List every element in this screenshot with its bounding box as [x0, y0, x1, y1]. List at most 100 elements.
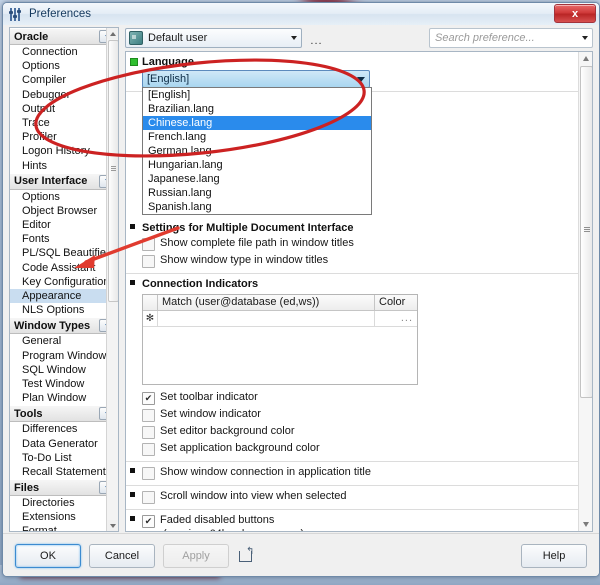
checkbox-show-complete-file-path[interactable]: Show complete file path in window titles — [142, 237, 578, 251]
tree-item-to-do-list[interactable]: To-Do List — [10, 451, 118, 465]
tree-scroll-up-icon[interactable] — [107, 28, 118, 39]
preferences-toolbar: Default user ... Search preference... — [125, 27, 593, 49]
language-option-brazilian-lang[interactable]: Brazilian.lang — [143, 102, 371, 116]
section-title-connection-indicators: Connection Indicators — [142, 278, 578, 290]
checkbox-box[interactable] — [142, 426, 155, 439]
checkbox-set-application-background-color[interactable]: Set application background color — [142, 442, 578, 456]
tree-item-hints[interactable]: Hints — [10, 159, 118, 173]
tree-item-general[interactable]: General — [10, 334, 118, 348]
tree-item-nls-options[interactable]: NLS Options — [10, 303, 118, 317]
tree-item-fonts[interactable]: Fonts — [10, 232, 118, 246]
checkbox-box[interactable] — [142, 409, 155, 422]
connection-indicators-table[interactable]: Match (user@database (ed,ws)) Color ✻ ..… — [142, 294, 418, 385]
search-placeholder: Search preference... — [435, 32, 535, 44]
tree-group-oracle[interactable]: Oracle — [10, 28, 118, 45]
tree-item-code-assistant[interactable]: Code Assistant — [10, 261, 118, 275]
checkbox-set-editor-background-color[interactable]: Set editor background color — [142, 425, 578, 439]
ok-button[interactable]: OK — [15, 544, 81, 568]
checkbox-label: Set editor background color — [160, 425, 295, 437]
tree-item-format[interactable]: Format — [10, 524, 118, 532]
section-title-language: Language — [142, 56, 578, 68]
tree-group-tools[interactable]: Tools — [10, 405, 118, 422]
tree-item-key-configuration[interactable]: Key Configuration — [10, 275, 118, 289]
checkbox-box[interactable] — [142, 491, 155, 504]
language-option-hungarian-lang[interactable]: Hungarian.lang — [143, 158, 371, 172]
tree-item-options[interactable]: Options — [10, 190, 118, 204]
language-option-french-lang[interactable]: French.lang — [143, 130, 371, 144]
more-options-button[interactable]: ... — [309, 30, 324, 46]
tree-item-output[interactable]: Output — [10, 102, 118, 116]
tree-scrollbar[interactable] — [106, 28, 118, 531]
checkbox-label: Faded disabled buttons — [160, 514, 274, 526]
language-option-japanese-lang[interactable]: Japanese.lang — [143, 172, 371, 186]
language-select-value: [English] — [147, 73, 189, 85]
table-header: Match (user@database (ed,ws)) Color — [143, 295, 417, 311]
restore-defaults-icon[interactable]: ↰ — [239, 548, 254, 562]
tree-group-files[interactable]: Files — [10, 479, 118, 496]
checkbox-box[interactable]: ✔ — [142, 392, 155, 405]
tree-item-program-window[interactable]: Program Window — [10, 349, 118, 363]
checkbox-label: Show window type in window titles — [160, 254, 328, 266]
checkbox-box[interactable] — [142, 238, 155, 251]
tree-item-directories[interactable]: Directories — [10, 496, 118, 510]
close-icon[interactable]: x — [554, 4, 596, 23]
checkbox-scroll-window-into-view[interactable]: Scroll window into view when selected — [142, 490, 578, 504]
row-color-cell[interactable]: ... — [375, 311, 417, 326]
checkbox-box[interactable] — [142, 255, 155, 268]
tree-item-pl-sql-beautifier[interactable]: PL/SQL Beautifier — [10, 246, 118, 260]
language-select[interactable]: [English] — [142, 70, 370, 88]
language-option-spanish-lang[interactable]: Spanish.lang — [143, 200, 371, 214]
checkbox-box[interactable] — [142, 467, 155, 480]
tree-item-profiler[interactable]: Profiler — [10, 130, 118, 144]
tree-item-trace[interactable]: Trace — [10, 116, 118, 130]
checkbox-sublabel: (requires 64k colors or more) — [163, 528, 578, 532]
tree-item-differences[interactable]: Differences — [10, 422, 118, 436]
tree-item-sql-window[interactable]: SQL Window — [10, 363, 118, 377]
tree-item-test-window[interactable]: Test Window — [10, 377, 118, 391]
settings-content: Language [English] [English]Brazilian.la… — [126, 52, 578, 531]
panel-scrollbar[interactable] — [578, 52, 592, 531]
tree-item-object-browser[interactable]: Object Browser — [10, 204, 118, 218]
tree-item-debugger[interactable]: Debugger — [10, 88, 118, 102]
tree-item-data-generator[interactable]: Data Generator — [10, 437, 118, 451]
panel-scroll-thumb[interactable] — [580, 66, 593, 398]
tree-group-label: Oracle — [14, 31, 48, 43]
apply-button[interactable]: Apply — [163, 544, 229, 568]
tree-item-plan-window[interactable]: Plan Window — [10, 391, 118, 405]
preferences-tree[interactable]: OracleConnectionOptionsCompilerDebuggerO… — [9, 27, 119, 532]
tree-group-window-types[interactable]: Window Types — [10, 317, 118, 334]
cancel-button[interactable]: Cancel — [89, 544, 155, 568]
language-option-german-lang[interactable]: German.lang — [143, 144, 371, 158]
checkbox-box[interactable]: ✔ — [142, 515, 155, 528]
tree-item-logon-history[interactable]: Logon History — [10, 144, 118, 158]
table-header-color: Color — [375, 295, 417, 310]
tree-item-appearance[interactable]: Appearance — [10, 289, 118, 303]
language-option-chinese-lang[interactable]: Chinese.lang — [143, 116, 371, 130]
search-preference-input[interactable]: Search preference... — [429, 28, 593, 48]
checkbox-show-window-connection[interactable]: Show window connection in application ti… — [142, 466, 578, 480]
help-button[interactable]: Help — [521, 544, 587, 568]
checkbox-show-window-type[interactable]: Show window type in window titles — [142, 254, 578, 268]
tree-item-extensions[interactable]: Extensions — [10, 510, 118, 524]
chevron-down-icon[interactable] — [582, 36, 588, 40]
tree-item-recall-statement[interactable]: Recall Statement — [10, 465, 118, 479]
tree-item-editor[interactable]: Editor — [10, 218, 118, 232]
checkbox-set-toolbar-indicator[interactable]: ✔ Set toolbar indicator — [142, 391, 578, 405]
tree-item-options[interactable]: Options — [10, 59, 118, 73]
language-option--english-[interactable]: [English] — [143, 88, 371, 102]
tree-scroll-down-icon[interactable] — [107, 520, 118, 531]
tree-item-connection[interactable]: Connection — [10, 45, 118, 59]
language-option-list[interactable]: [English]Brazilian.langChinese.langFrenc… — [142, 87, 372, 215]
tree-scroll-thumb[interactable] — [108, 40, 119, 302]
user-select[interactable]: Default user — [125, 28, 302, 48]
table-row[interactable]: ✻ ... — [143, 311, 417, 327]
row-match-cell[interactable] — [158, 311, 375, 326]
tree-item-compiler[interactable]: Compiler — [10, 73, 118, 87]
language-option-russian-lang[interactable]: Russian.lang — [143, 186, 371, 200]
checkbox-faded-disabled-buttons[interactable]: ✔ Faded disabled buttons — [142, 514, 578, 528]
tree-group-user-interface[interactable]: User Interface — [10, 173, 118, 190]
checkbox-set-window-indicator[interactable]: Set window indicator — [142, 408, 578, 422]
checkbox-box[interactable] — [142, 443, 155, 456]
panel-scroll-down-icon[interactable] — [579, 518, 592, 531]
panel-scroll-up-icon[interactable] — [579, 52, 592, 65]
